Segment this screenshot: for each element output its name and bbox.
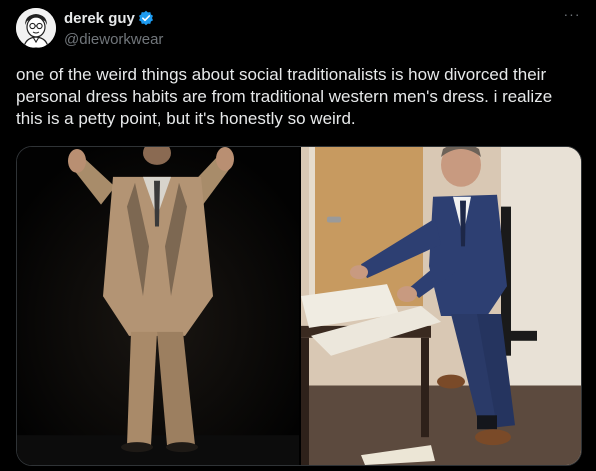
suit-on-stage-photo[interactable] bbox=[17, 147, 299, 465]
author-display-name[interactable]: derek guy bbox=[64, 10, 135, 27]
author-handle[interactable]: @dieworkwear bbox=[64, 31, 163, 48]
more-options-icon[interactable]: ··· bbox=[560, 6, 584, 26]
tweet: derek guy @dieworkwear ··· one of the we… bbox=[0, 0, 596, 471]
author-avatar[interactable] bbox=[16, 8, 56, 48]
tweet-media[interactable] bbox=[16, 146, 582, 466]
tweet-text: one of the weird things about social tra… bbox=[16, 65, 553, 128]
book-signing-photo[interactable] bbox=[301, 147, 581, 465]
avatar-icon bbox=[16, 8, 56, 48]
signing-photo-icon bbox=[301, 147, 581, 465]
stage-photo-icon bbox=[17, 147, 299, 465]
verified-badge-icon bbox=[138, 10, 154, 26]
